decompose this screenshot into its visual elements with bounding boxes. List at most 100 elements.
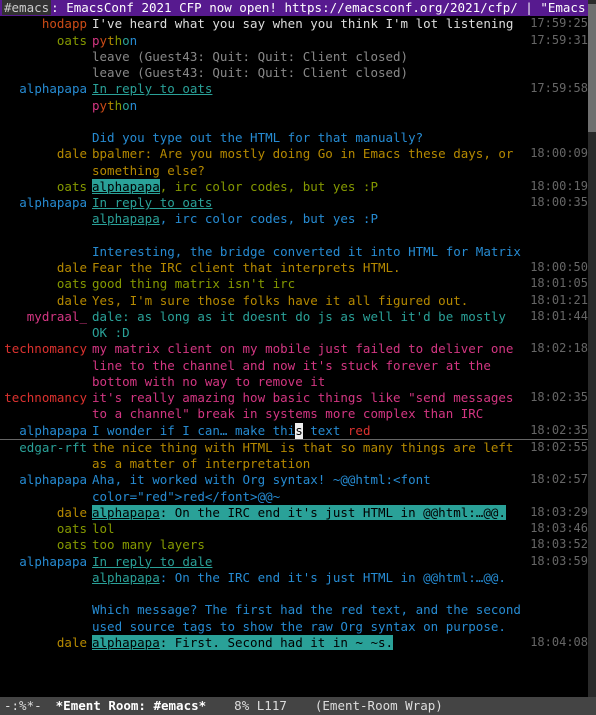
message-body: Which message? The first had the red tex… [92, 602, 528, 635]
modeline-mode: (Ement-Room Wrap) [315, 698, 443, 714]
message-body: good thing matrix isn't irc [92, 276, 528, 292]
message-row[interactable]: oatspython17:59:31 [0, 33, 588, 49]
timestamp: 17:59:31 [528, 33, 588, 49]
message-row[interactable]: alphapapaI wonder if I can… make this te… [0, 423, 588, 439]
nick: technomancy [0, 390, 92, 406]
nick: dale [0, 260, 92, 276]
message-body: it's really amazing how basic things lik… [92, 390, 528, 423]
message-body: bpalmer: Are you mostly doing Go in Emac… [92, 146, 528, 179]
nick: alphapapa [0, 554, 92, 570]
message-row[interactable]: leave (Guest43: Quit: Quit: Client close… [0, 49, 588, 65]
nick: oats [0, 521, 92, 537]
message-row[interactable]: alphapapaIn reply to oats18:00:35 [0, 195, 588, 211]
message-body: leave (Guest43: Quit: Quit: Client close… [92, 49, 528, 65]
message-row[interactable]: alphapapaAha, it worked with Org syntax!… [0, 472, 588, 505]
message-body: I've heard what you say when you think I… [92, 16, 528, 32]
topic-bar: #emacs: EmacsConf 2021 CFP now open! htt… [0, 0, 588, 16]
message-body: In reply to oats [92, 81, 528, 97]
message-row[interactable]: oatslol18:03:46 [0, 521, 588, 537]
message-row[interactable]: Did you type out the HTML for that manua… [0, 130, 588, 146]
scrollbar-thumb[interactable] [588, 4, 596, 132]
scrollbar-track[interactable] [588, 0, 596, 697]
message-body: leave (Guest43: Quit: Quit: Client close… [92, 65, 528, 81]
nick: hodapp [0, 16, 92, 32]
nick: alphapapa [0, 423, 92, 439]
timestamp: 18:03:46 [528, 521, 588, 537]
timestamp: 18:02:57 [528, 472, 588, 488]
modeline-percent: 8% [234, 698, 249, 714]
timestamp: 17:59:25 [528, 16, 588, 32]
timestamp: 18:00:35 [528, 195, 588, 211]
timestamp: 18:01:44 [528, 309, 588, 325]
message-row[interactable]: oatsalphapapa, irc color codes, but yes … [0, 179, 588, 195]
message-body: python [92, 98, 528, 114]
timestamp: 18:02:55 [528, 440, 588, 456]
timestamp: 17:59:58 [528, 81, 588, 97]
message-body: Fear the IRC client that interprets HTML… [92, 260, 528, 276]
message-body: lol [92, 521, 528, 537]
message-row[interactable]: Which message? The first had the red tex… [0, 602, 588, 635]
nick: dale [0, 146, 92, 162]
timestamp: 18:00:19 [528, 179, 588, 195]
timestamp: 18:02:18 [528, 341, 588, 357]
topic-text: : EmacsConf 2021 CFP now open! https://e… [51, 0, 588, 15]
message-body: my matrix client on my mobile just faile… [92, 341, 528, 390]
message-body: In reply to dale [92, 554, 528, 570]
modeline-line: L117 [257, 698, 287, 714]
message-row[interactable]: oatstoo many layers18:03:52 [0, 537, 588, 553]
message-row[interactable]: leave (Guest43: Quit: Quit: Client close… [0, 65, 588, 81]
nick: alphapapa [0, 81, 92, 97]
timestamp: 18:03:59 [528, 554, 588, 570]
message-row[interactable]: technomancyit's really amazing how basic… [0, 390, 588, 423]
message-body: Interesting, the bridge converted it int… [92, 244, 528, 260]
message-body: In reply to oats [92, 195, 528, 211]
message-body: Yes, I'm sure those folks have it all fi… [92, 293, 528, 309]
message-row[interactable]: Interesting, the bridge converted it int… [0, 244, 588, 260]
timestamp: 18:01:05 [528, 276, 588, 292]
nick: dale [0, 505, 92, 521]
message-body: I wonder if I can… make this text red [92, 423, 528, 439]
message-body: python [92, 33, 528, 49]
timestamp: 18:02:35 [528, 423, 588, 439]
message-body: alphapapa: On the IRC end it's just HTML… [92, 505, 528, 521]
message-row[interactable]: daleFear the IRC client that interprets … [0, 260, 588, 276]
nick: dale [0, 635, 92, 651]
nick: oats [0, 179, 92, 195]
message-row[interactable]: edgar-rftthe nice thing with HTML is tha… [0, 440, 588, 473]
nick: alphapapa [0, 195, 92, 211]
nick: technomancy [0, 341, 92, 357]
nick: alphapapa [0, 472, 92, 488]
message-row[interactable]: daleYes, I'm sure those folks have it al… [0, 293, 588, 309]
message-row[interactable]: mydraal_dale: as long as it doesnt do js… [0, 309, 588, 342]
nick: oats [0, 276, 92, 292]
message-row[interactable]: dalebpalmer: Are you mostly doing Go in … [0, 146, 588, 179]
nick: edgar-rft [0, 440, 92, 456]
message-row[interactable]: hodappI've heard what you say when you t… [0, 16, 588, 32]
message-body: Aha, it worked with Org syntax! ~@@html:… [92, 472, 528, 505]
message-row[interactable]: alphapapa: On the IRC end it's just HTML… [0, 570, 588, 586]
nick: oats [0, 537, 92, 553]
chat-buffer[interactable]: #emacs: EmacsConf 2021 CFP now open! htt… [0, 0, 588, 697]
modeline: -:%*- *Ement Room: #emacs* 8% L117 (Emen… [0, 697, 596, 715]
message-row[interactable]: python [0, 98, 588, 114]
message-body: Did you type out the HTML for that manua… [92, 130, 528, 146]
message-body: alphapapa: First. Second had it in ~ ~s. [92, 635, 528, 651]
timestamp: 18:03:29 [528, 505, 588, 521]
message-row[interactable]: technomancymy matrix client on my mobile… [0, 341, 588, 390]
message-body: dale: as long as it doesnt do js as well… [92, 309, 528, 342]
nick: oats [0, 33, 92, 49]
nick: dale [0, 293, 92, 309]
message-row[interactable]: alphapapaIn reply to dale18:03:59 [0, 554, 588, 570]
message-body: alphapapa, irc color codes, but yes :P [92, 211, 528, 227]
message-body: the nice thing with HTML is that so many… [92, 440, 528, 473]
message-row[interactable]: alphapapaIn reply to oats17:59:58 [0, 81, 588, 97]
channel-name: #emacs [2, 0, 51, 15]
message-row[interactable]: dalealphapapa: On the IRC end it's just … [0, 505, 588, 521]
timestamp: 18:04:08 [528, 635, 588, 651]
message-row[interactable]: alphapapa, irc color codes, but yes :P [0, 211, 588, 227]
message-body: alphapapa: On the IRC end it's just HTML… [92, 570, 528, 586]
message-list: hodappI've heard what you say when you t… [0, 16, 588, 651]
message-row[interactable]: oatsgood thing matrix isn't irc18:01:05 [0, 276, 588, 292]
message-row[interactable]: dalealphapapa: First. Second had it in ~… [0, 635, 588, 651]
timestamp: 18:01:21 [528, 293, 588, 309]
